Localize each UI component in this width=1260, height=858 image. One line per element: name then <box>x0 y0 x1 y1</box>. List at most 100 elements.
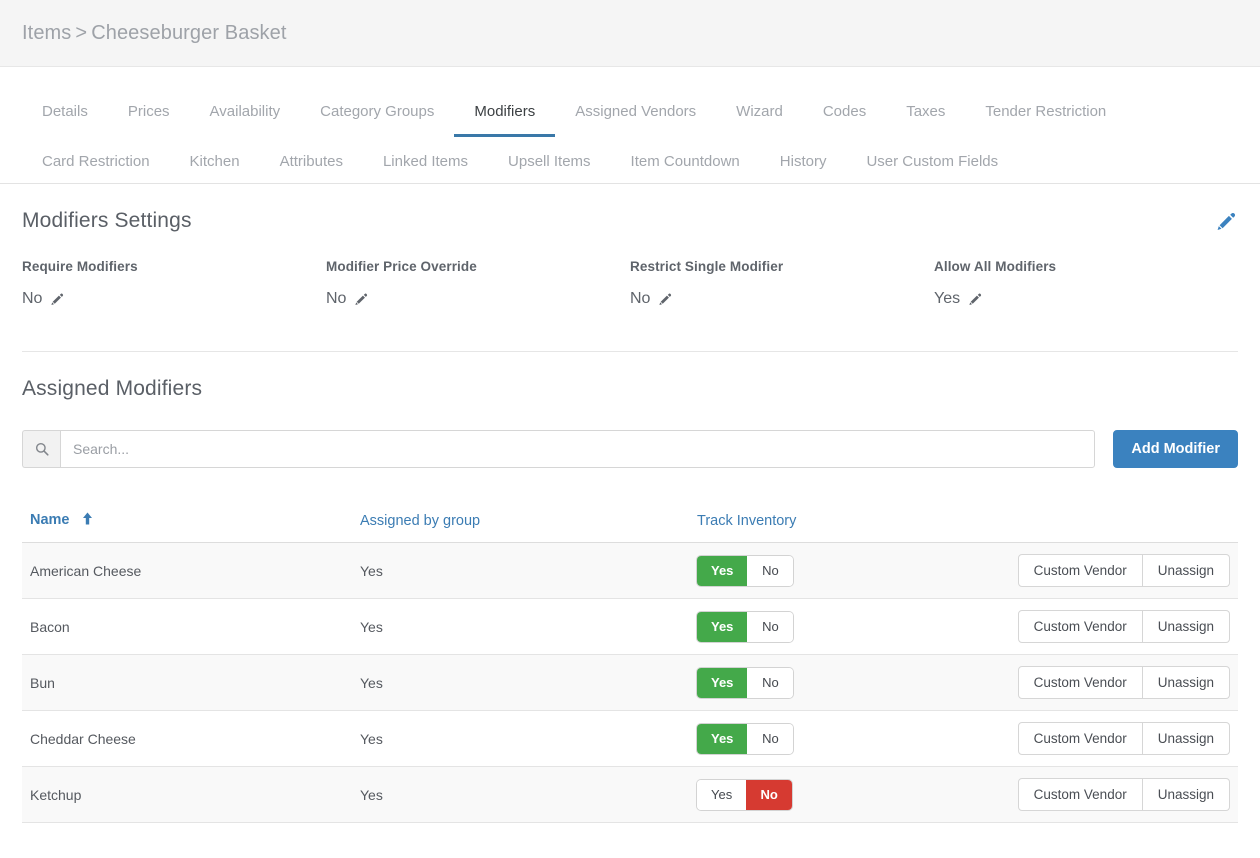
custom-vendor-button[interactable]: Custom Vendor <box>1018 722 1143 755</box>
tab-card-restriction[interactable]: Card Restriction <box>22 145 170 183</box>
tab-bar: DetailsPricesAvailabilityCategory Groups… <box>0 67 1260 184</box>
search-group <box>22 430 1095 468</box>
tab-assigned-vendors[interactable]: Assigned Vendors <box>555 95 716 137</box>
cell-actions: Custom VendorUnassign <box>989 543 1238 599</box>
edit-restrict-single-modifier-pencil-icon[interactable] <box>657 291 673 307</box>
track-inventory-yes-option[interactable]: Yes <box>697 556 747 586</box>
edit-modifier-price-override-pencil-icon[interactable] <box>353 291 369 307</box>
tab-history[interactable]: History <box>760 145 847 183</box>
column-header-assigned-by-group[interactable]: Assigned by group <box>352 512 689 543</box>
cell-track-inventory: YesNo <box>689 711 989 767</box>
row-actions: Custom VendorUnassign <box>997 666 1230 699</box>
tab-details[interactable]: Details <box>22 95 108 137</box>
track-inventory-toggle[interactable]: YesNo <box>697 556 793 586</box>
table-row: BunYesYesNoCustom VendorUnassign <box>22 655 1238 711</box>
unassign-button[interactable]: Unassign <box>1143 722 1230 755</box>
track-inventory-toggle[interactable]: YesNo <box>697 724 793 754</box>
setting-value-modifier-price-override: No <box>326 290 346 308</box>
breadcrumb-root[interactable]: Items <box>22 22 71 44</box>
setting-value-row-require-modifiers: No <box>22 290 326 308</box>
tab-taxes[interactable]: Taxes <box>886 95 965 137</box>
track-inventory-toggle[interactable]: YesNo <box>697 780 792 810</box>
search-row: Add Modifier <box>22 430 1238 468</box>
track-inventory-toggle[interactable]: YesNo <box>697 612 793 642</box>
tab-category-groups[interactable]: Category Groups <box>300 95 454 137</box>
main-content: Modifiers Settings Require ModifiersNoMo… <box>0 184 1260 823</box>
setting-value-require-modifiers: No <box>22 290 42 308</box>
tab-kitchen[interactable]: Kitchen <box>170 145 260 183</box>
column-header-name-label: Name <box>30 512 70 528</box>
unassign-button[interactable]: Unassign <box>1143 610 1230 643</box>
modifiers-settings-title: Modifiers Settings <box>22 209 192 233</box>
add-modifier-button[interactable]: Add Modifier <box>1113 430 1238 468</box>
track-inventory-yes-option[interactable]: Yes <box>697 780 746 810</box>
table-row: BaconYesYesNoCustom VendorUnassign <box>22 599 1238 655</box>
setting-require-modifiers: Require ModifiersNo <box>22 259 326 308</box>
cell-track-inventory: YesNo <box>689 655 989 711</box>
cell-name: American Cheese <box>22 543 352 599</box>
row-actions: Custom VendorUnassign <box>997 778 1230 811</box>
cell-actions: Custom VendorUnassign <box>989 655 1238 711</box>
edit-allow-all-modifiers-pencil-icon[interactable] <box>967 291 983 307</box>
tab-wizard[interactable]: Wizard <box>716 95 803 137</box>
table-header-row: Name Assigned by group Track Inventory <box>22 512 1238 543</box>
cell-assigned-by-group: Yes <box>352 767 689 823</box>
tab-modifiers[interactable]: Modifiers <box>454 95 555 137</box>
unassign-button[interactable]: Unassign <box>1143 666 1230 699</box>
setting-label-modifier-price-override: Modifier Price Override <box>326 259 630 274</box>
cell-track-inventory: YesNo <box>689 543 989 599</box>
tab-item-countdown[interactable]: Item Countdown <box>611 145 760 183</box>
tab-row-secondary: Card RestrictionKitchenAttributesLinked … <box>22 145 1238 183</box>
tab-availability[interactable]: Availability <box>190 95 301 137</box>
setting-value-allow-all-modifiers: Yes <box>934 290 960 308</box>
custom-vendor-button[interactable]: Custom Vendor <box>1018 778 1143 811</box>
tab-row-primary: DetailsPricesAvailabilityCategory Groups… <box>22 95 1238 137</box>
track-inventory-yes-option[interactable]: Yes <box>697 612 747 642</box>
cell-assigned-by-group: Yes <box>352 655 689 711</box>
track-inventory-yes-option[interactable]: Yes <box>697 724 747 754</box>
cell-track-inventory: YesNo <box>689 767 989 823</box>
table-body: American CheeseYesYesNoCustom VendorUnas… <box>22 543 1238 823</box>
track-inventory-yes-option[interactable]: Yes <box>697 668 747 698</box>
row-actions: Custom VendorUnassign <box>997 554 1230 587</box>
edit-require-modifiers-pencil-icon[interactable] <box>49 291 65 307</box>
search-icon <box>22 430 60 468</box>
edit-modifiers-settings-pencil-icon[interactable] <box>1214 209 1238 233</box>
unassign-button[interactable]: Unassign <box>1143 778 1230 811</box>
setting-value-row-restrict-single-modifier: No <box>630 290 934 308</box>
tab-tender-restriction[interactable]: Tender Restriction <box>965 95 1126 137</box>
custom-vendor-button[interactable]: Custom Vendor <box>1018 666 1143 699</box>
breadcrumb-separator: > <box>75 22 87 44</box>
cell-assigned-by-group: Yes <box>352 543 689 599</box>
modifiers-settings-header: Modifiers Settings <box>22 184 1238 233</box>
track-inventory-toggle[interactable]: YesNo <box>697 668 793 698</box>
row-button-group: Custom VendorUnassign <box>1018 778 1230 811</box>
tab-user-custom-fields[interactable]: User Custom Fields <box>846 145 1018 183</box>
search-input[interactable] <box>60 430 1095 468</box>
assigned-modifiers-table: Name Assigned by group Track Inventory A… <box>22 512 1238 823</box>
track-inventory-no-option[interactable]: No <box>747 556 793 586</box>
track-inventory-no-option[interactable]: No <box>747 668 793 698</box>
setting-value-row-modifier-price-override: No <box>326 290 630 308</box>
row-button-group: Custom VendorUnassign <box>1018 610 1230 643</box>
setting-value-restrict-single-modifier: No <box>630 290 650 308</box>
track-inventory-no-option[interactable]: No <box>747 724 793 754</box>
setting-value-row-allow-all-modifiers: Yes <box>934 290 1238 308</box>
cell-assigned-by-group: Yes <box>352 599 689 655</box>
column-header-actions <box>989 512 1238 543</box>
track-inventory-no-option[interactable]: No <box>746 780 792 810</box>
column-header-name[interactable]: Name <box>22 512 352 543</box>
cell-actions: Custom VendorUnassign <box>989 767 1238 823</box>
custom-vendor-button[interactable]: Custom Vendor <box>1018 554 1143 587</box>
tab-prices[interactable]: Prices <box>108 95 190 137</box>
tab-attributes[interactable]: Attributes <box>260 145 363 183</box>
assigned-modifiers-title: Assigned Modifiers <box>22 377 202 401</box>
unassign-button[interactable]: Unassign <box>1143 554 1230 587</box>
custom-vendor-button[interactable]: Custom Vendor <box>1018 610 1143 643</box>
tab-upsell-items[interactable]: Upsell Items <box>488 145 611 183</box>
column-header-track-inventory[interactable]: Track Inventory <box>689 512 989 543</box>
tab-linked-items[interactable]: Linked Items <box>363 145 488 183</box>
tab-codes[interactable]: Codes <box>803 95 886 137</box>
track-inventory-no-option[interactable]: No <box>747 612 793 642</box>
row-actions: Custom VendorUnassign <box>997 722 1230 755</box>
